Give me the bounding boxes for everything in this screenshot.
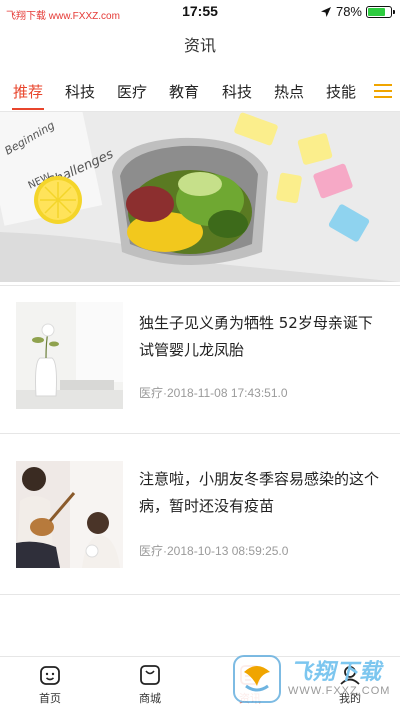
battery-percent: 78%: [335, 4, 362, 19]
article-meta: 医疗·2018-11-08 17:43:51.0: [139, 386, 288, 400]
tab-technology[interactable]: 科技: [59, 72, 101, 112]
watermark: 飞翔下载 WWW.FXXZ.COM: [230, 652, 390, 706]
banner-carousel[interactable]: Beginning NEW Challenges: [0, 112, 400, 282]
vase-image: [16, 302, 123, 409]
list-divider: [0, 594, 400, 656]
status-bar: 飞翔下载 www.FXXZ.com 17:55 78%: [0, 0, 400, 26]
lemon-slice: [34, 176, 82, 224]
page-title: 资讯: [183, 36, 216, 55]
shopping-bag-icon: [140, 665, 160, 685]
children-ukulele-image: [16, 461, 123, 568]
article-thumbnail: [16, 302, 123, 409]
article-thumbnail: [16, 461, 123, 568]
location-arrow-icon: [320, 6, 331, 17]
banner-image: Beginning NEW Challenges: [0, 112, 400, 282]
article-meta: 医疗·2018-10-13 08:59:25.0: [139, 544, 289, 558]
watermark-brand: 飞翔下载: [290, 660, 383, 685]
status-right: 78%: [320, 4, 395, 19]
bottom-nav-label: 首页: [39, 692, 61, 705]
bottom-nav-home[interactable]: 首页: [0, 657, 100, 710]
bottom-nav-mall[interactable]: 商城: [100, 657, 200, 710]
tab-hot[interactable]: 热点: [268, 72, 310, 112]
battery-level-fill: [368, 7, 386, 16]
tab-menu-icon[interactable]: [374, 84, 392, 98]
article-item[interactable]: 独生子见义勇为牺牲 52岁母亲诞下试管婴儿龙凤胎 医疗·2018-11-08 1…: [0, 285, 400, 435]
tab-education[interactable]: 教育: [163, 72, 205, 112]
tab-recommended[interactable]: 推荐: [7, 72, 49, 112]
battery-icon: [366, 5, 395, 18]
article-item[interactable]: 注意啦，小朋友冬季容易感染的这个病，暂时还没有疫苗 医疗·2018-10-13 …: [0, 433, 400, 583]
active-tab-indicator: [12, 108, 44, 110]
tab-technology-2[interactable]: 科技: [216, 72, 258, 112]
tab-skills[interactable]: 技能: [320, 72, 362, 112]
watermark-logo: [233, 655, 281, 703]
food-tray: [112, 137, 268, 265]
bottom-nav-label: 商城: [139, 692, 161, 705]
home-icon: [40, 666, 60, 685]
watermark-url: WWW.FXXZ.COM: [288, 685, 391, 697]
category-tabs: 推荐 科技 医疗 教育 科技 热点 技能: [0, 72, 400, 112]
tab-medical[interactable]: 医疗: [111, 72, 153, 112]
article-title[interactable]: 独生子见义勇为牺牲 52岁母亲诞下试管婴儿龙凤胎: [139, 310, 387, 364]
article-title[interactable]: 注意啦，小朋友冬季容易感染的这个病，暂时还没有疫苗: [139, 466, 387, 520]
